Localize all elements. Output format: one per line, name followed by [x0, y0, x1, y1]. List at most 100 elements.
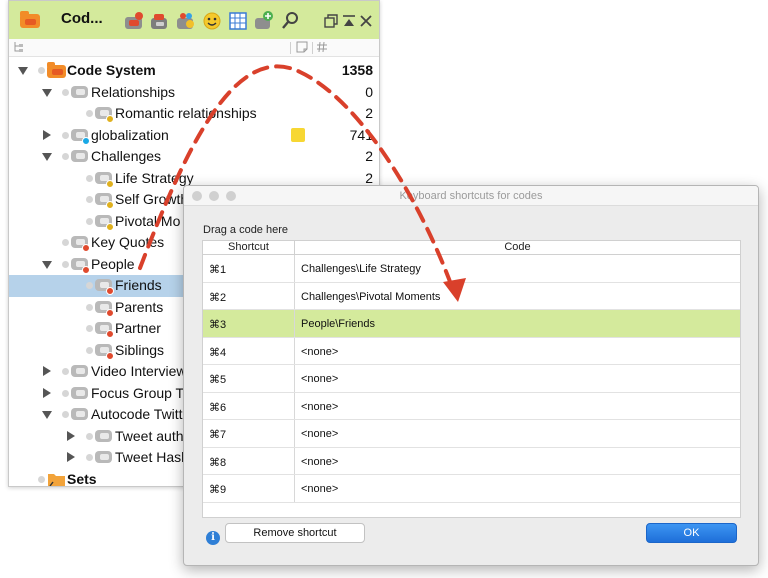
info-icon[interactable]: i [206, 531, 220, 545]
expand-arrow-down-icon[interactable] [42, 411, 52, 419]
tree-row[interactable]: Relationships 0 [9, 82, 379, 104]
code-color-badge [82, 136, 90, 145]
activation-dot[interactable] [86, 174, 93, 182]
code-color-badge [106, 115, 114, 123]
code-icon [71, 150, 88, 162]
restore-window-icon[interactable] [324, 14, 338, 33]
tree-row-label: Life Strategy [115, 169, 194, 186]
expand-arrow-right-icon[interactable] [43, 387, 51, 398]
expand-arrow-down-icon[interactable] [18, 67, 28, 75]
expand-arrow-right-icon[interactable] [67, 452, 75, 462]
expand-arrow-right-icon[interactable] [43, 129, 51, 140]
table-row[interactable]: ⌘2 Challenges\Pivotal Moments [203, 282, 740, 310]
table-icon[interactable] [229, 12, 247, 35]
expand-arrow-right-icon[interactable] [43, 366, 51, 376]
code-system-icon [47, 62, 67, 82]
code-color-badge [106, 222, 114, 231]
table-row[interactable]: ⌘9 <none> [203, 475, 740, 503]
code-system-icon[interactable] [20, 11, 42, 34]
add-code-icon[interactable] [254, 10, 274, 35]
activation-dot[interactable] [62, 389, 69, 397]
activation-dot[interactable] [86, 303, 93, 311]
activation-dot[interactable] [38, 475, 45, 483]
activation-dot[interactable] [86, 217, 93, 225]
sets-folder-icon [47, 471, 67, 486]
tree-row-label: People [91, 255, 135, 272]
search-icon[interactable] [282, 11, 300, 34]
table-row[interactable]: ⌘4 <none> [203, 337, 740, 365]
shortcut-key: ⌘5 [209, 374, 227, 386]
activation-dot[interactable] [62, 260, 69, 268]
activation-dot[interactable] [86, 454, 93, 461]
tree-row-count: 1358 [341, 62, 373, 78]
expand-arrow-down-icon[interactable] [42, 260, 52, 269]
collapse-icon[interactable] [342, 14, 356, 33]
activation-dot[interactable] [86, 432, 93, 440]
remove-shortcut-button[interactable]: Remove shortcut [225, 523, 365, 543]
activation-dot[interactable] [62, 411, 69, 418]
code-color-badge [106, 179, 114, 188]
tree-row-label: Code System [67, 62, 156, 78]
activation-dot[interactable] [62, 88, 69, 96]
activation-dot[interactable] [86, 346, 93, 354]
expand-arrow-down-icon[interactable] [42, 153, 52, 161]
activation-dot[interactable] [62, 131, 69, 139]
code-color-badge [106, 201, 114, 209]
shortcut-key: ⌘8 [209, 456, 227, 469]
activation-dot[interactable] [86, 282, 93, 289]
code-sets-icon[interactable] [150, 12, 170, 35]
tree-row-label: Partner [115, 320, 161, 336]
tree-row-count: 741 [349, 126, 373, 143]
close-icon[interactable] [359, 14, 373, 33]
code-icon [95, 451, 112, 463]
tree-row-label: Challenges [91, 148, 162, 164]
shortcut-code-path: <none> [301, 373, 339, 385]
shortcut-key: ⌘6 [209, 401, 227, 414]
activation-dot[interactable] [86, 196, 93, 203]
new-code-icon[interactable] [124, 12, 144, 35]
tree-row-label: Autocode Twitt [91, 406, 183, 422]
expand-arrow-down-icon[interactable] [42, 88, 52, 97]
shortcut-code-path: <none> [301, 455, 339, 468]
column-header-shortcut[interactable]: Shortcut [203, 241, 294, 253]
tree-row-count: 0 [365, 83, 373, 100]
memo-icon[interactable] [291, 127, 305, 142]
tree-row-label: Sets [67, 470, 97, 487]
tree-row-label: Key Quotes [91, 234, 165, 250]
ok-button[interactable]: OK [646, 523, 737, 543]
emoticode-icon[interactable] [203, 12, 221, 35]
tree-row-label: Pivotal Mo [115, 212, 181, 229]
code-color-badge [106, 351, 114, 360]
tree-row-label: Tweet auth [115, 427, 184, 444]
table-row[interactable]: ⌘3 People\Friends [203, 310, 740, 338]
tree-row-label: Friends [115, 277, 162, 293]
shortcut-code-path: <none> [301, 483, 339, 495]
tree-row[interactable]: Romantic relationships 2 [9, 103, 379, 125]
code-color-badge [106, 330, 114, 338]
tree-row-label: Relationships [91, 83, 176, 100]
tree-row[interactable]: Code System 1358 [9, 60, 379, 82]
table-row[interactable]: ⌘6 <none> [203, 392, 740, 420]
shortcut-key: ⌘2 [209, 291, 227, 304]
code-color-badge [106, 287, 114, 295]
tree-row[interactable]: Challenges 2 [9, 146, 379, 168]
activation-dot[interactable] [38, 67, 45, 74]
tree-row-label: Siblings [115, 341, 165, 358]
shortcut-code-path: <none> [301, 345, 339, 358]
activation-dot[interactable] [62, 153, 69, 160]
table-row[interactable]: ⌘8 <none> [203, 447, 740, 475]
activation-dot[interactable] [86, 110, 93, 117]
color-code-icon[interactable] [176, 12, 196, 35]
activation-dot[interactable] [62, 368, 69, 375]
code-color-badge [106, 308, 114, 317]
column-header-code[interactable]: Code [295, 241, 740, 253]
table-row[interactable]: ⌘5 <none> [203, 365, 740, 393]
table-row[interactable]: ⌘1 Challenges\Life Strategy [203, 255, 740, 283]
expand-arrow-right-icon[interactable] [67, 430, 75, 441]
activation-dot[interactable] [86, 325, 93, 332]
table-row[interactable]: ⌘7 <none> [203, 420, 740, 448]
tree-row[interactable]: globalization 741 [9, 125, 379, 147]
tree-row-count: 2 [365, 105, 373, 121]
code-system-toolbar: Cod... [9, 1, 379, 39]
activation-dot[interactable] [62, 239, 69, 246]
